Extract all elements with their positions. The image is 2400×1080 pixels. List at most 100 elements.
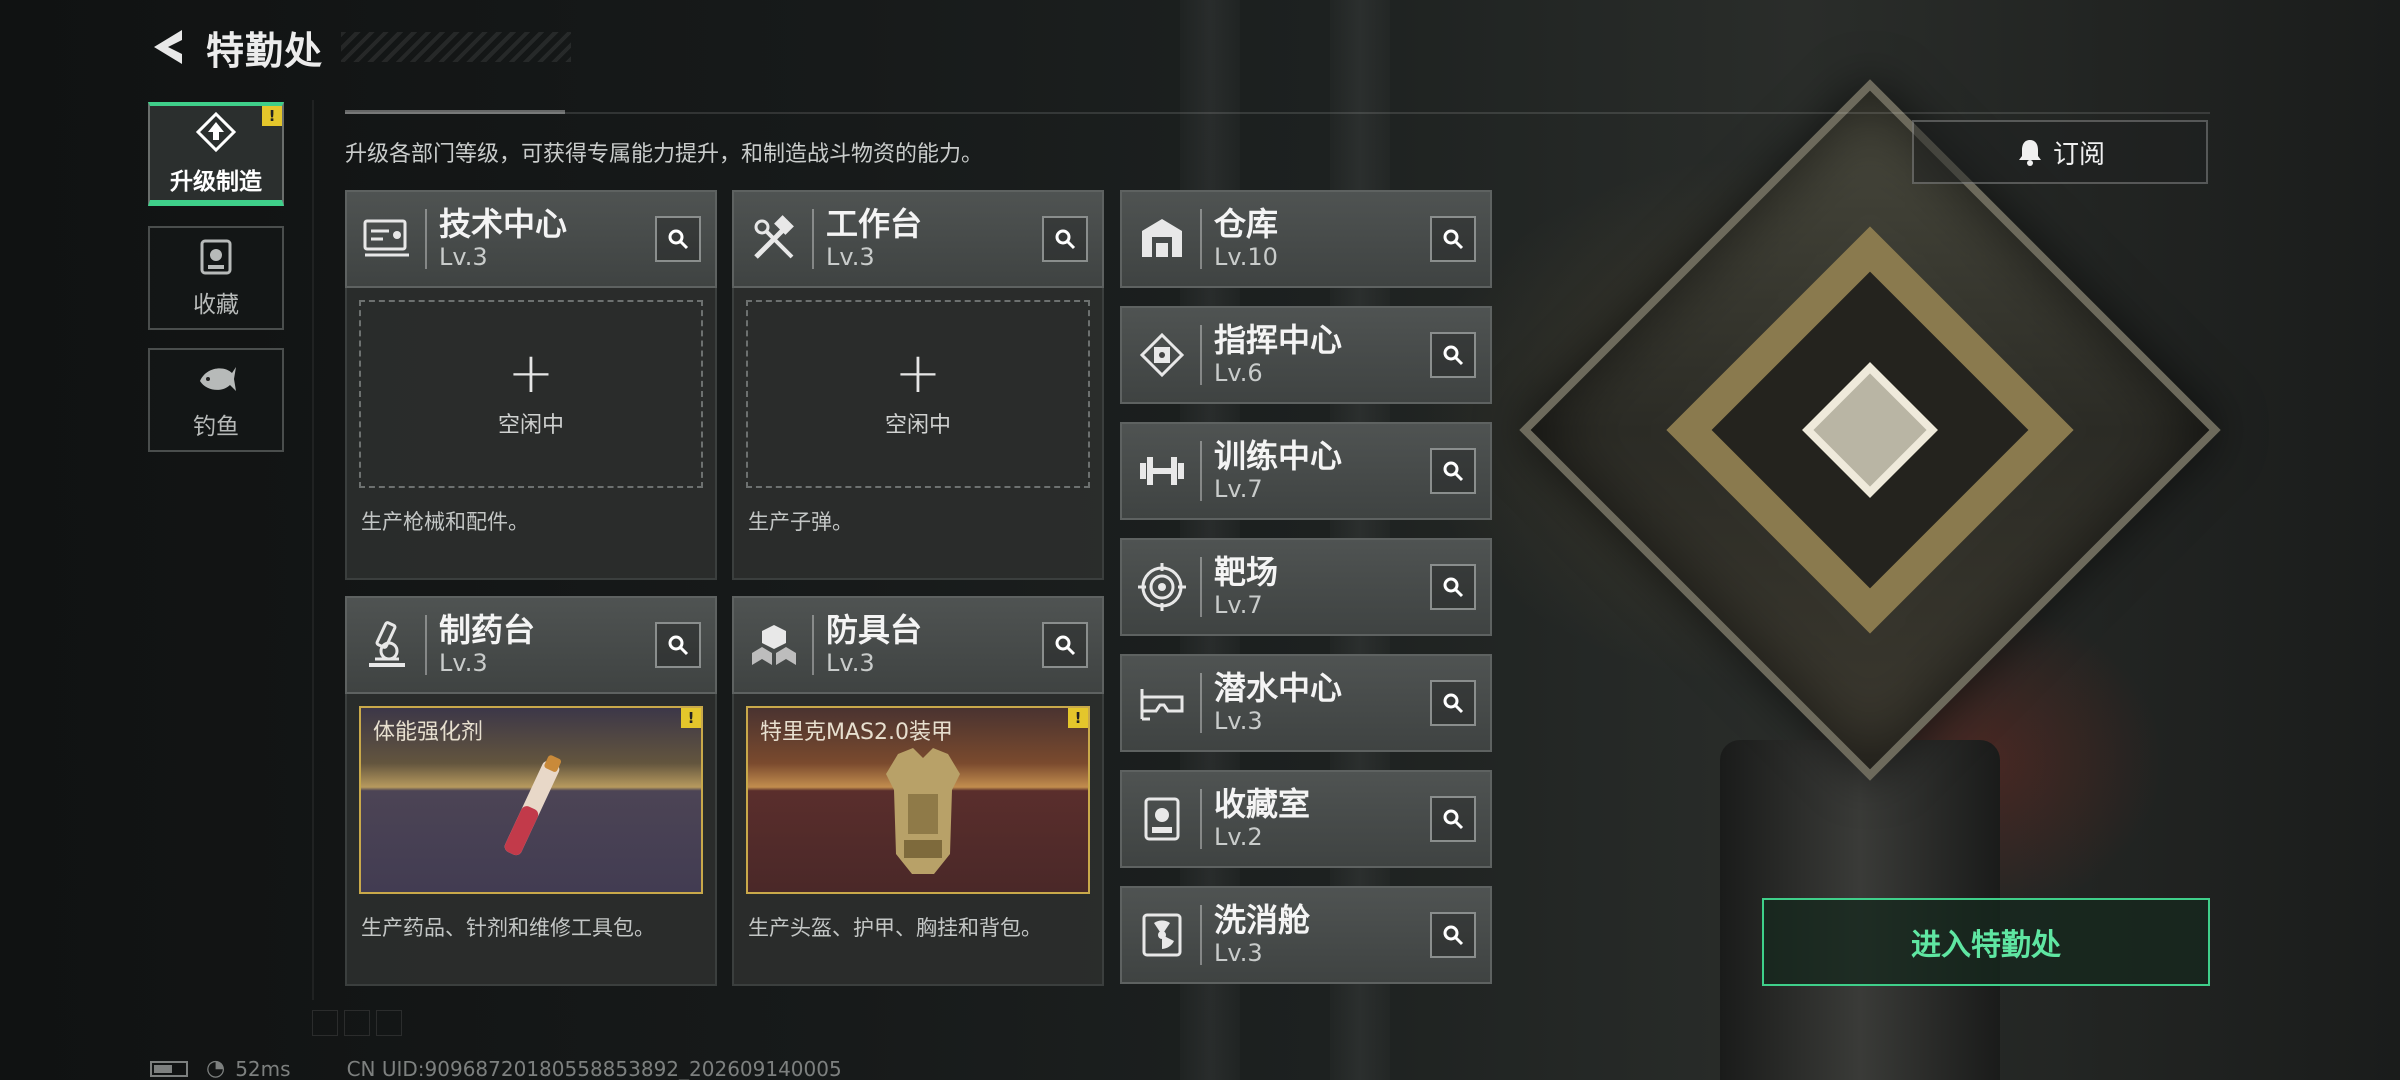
facility-level: Lv.7 (1214, 591, 1263, 619)
facility-level: Lv.10 (1214, 243, 1278, 271)
production-slot-item[interactable]: 特里克MAS2.0装甲 ! (746, 706, 1090, 894)
tab-upgrade-manufacture[interactable]: ! 升级制造 (148, 102, 284, 206)
header-separator (812, 209, 814, 269)
subscribe-label: 订阅 (2052, 139, 2105, 170)
production-slot-empty[interactable]: + 空闲中 (359, 300, 703, 488)
search-icon (1443, 925, 1464, 946)
enter-special-ops-button[interactable]: 进入特勤处 (1762, 898, 2210, 986)
deco-square (312, 1010, 338, 1036)
workshop-name: 制药台 (439, 611, 536, 649)
facility-level: Lv.3 (1214, 939, 1263, 967)
search-button[interactable] (1430, 912, 1476, 958)
facility-decontamination[interactable]: 洗消舱 Lv.3 (1120, 886, 1492, 984)
tab-fishing[interactable]: 钓鱼 (148, 348, 284, 452)
search-button[interactable] (1430, 796, 1476, 842)
header-separator (1200, 557, 1202, 617)
battery-icon (150, 1060, 188, 1077)
facility-name: 指挥中心 (1214, 321, 1343, 359)
search-button[interactable] (655, 216, 701, 262)
workshop-level: Lv.3 (826, 243, 875, 271)
syringe-item-image (504, 755, 562, 856)
search-icon (1443, 693, 1464, 714)
search-button[interactable] (1042, 622, 1088, 668)
tabs-divider (312, 100, 314, 1000)
wifi-icon: ◔ (206, 1056, 226, 1080)
search-icon (1055, 635, 1076, 656)
header-separator (1200, 789, 1202, 849)
page-description: 升级各部门等级，可获得专属能力提升，和制造战斗物资的能力。 (345, 142, 984, 167)
subscribe-button[interactable]: 订阅 (1912, 120, 2208, 184)
tab-label: 钓鱼 (193, 414, 239, 440)
facility-name: 训练中心 (1214, 437, 1343, 475)
facility-shooting-range[interactable]: 靶场 Lv.7 (1120, 538, 1492, 636)
workshop-name: 工作台 (826, 205, 923, 243)
slot-status: 空闲中 (497, 413, 564, 438)
status-bar: ◔ 52ms CN UID:90968720180558853892_20260… (150, 1056, 842, 1080)
facility-level: Lv.2 (1214, 823, 1263, 851)
search-icon (668, 635, 689, 656)
workbench-icon (742, 207, 806, 271)
armor-vest-item-image (886, 748, 960, 874)
workshop-description: 生产药品、针剂和维修工具包。 (361, 916, 655, 940)
slot-status: 空闲中 (884, 413, 951, 438)
back-arrow-icon (154, 30, 182, 64)
header-separator (425, 615, 427, 675)
facility-name: 靶场 (1214, 553, 1279, 591)
workshop-name: 技术中心 (439, 205, 568, 243)
search-icon (1055, 229, 1076, 250)
workshop-body-armor-bench: 特里克MAS2.0装甲 ! 生产头盔、护甲、胸挂和背包。 (732, 694, 1104, 986)
warehouse-icon (1130, 207, 1194, 271)
header-separator (1200, 905, 1202, 965)
facility-name: 收藏室 (1214, 785, 1311, 823)
search-button[interactable] (1430, 216, 1476, 262)
facility-collection-room[interactable]: 收藏室 Lv.2 (1120, 770, 1492, 868)
search-button[interactable] (1430, 564, 1476, 610)
facility-name: 仓库 (1214, 205, 1279, 243)
search-button[interactable] (1042, 216, 1088, 262)
workshop-header-pharmacy[interactable]: 制药台 Lv.3 (345, 596, 717, 694)
top-divider (345, 112, 2210, 114)
production-slot-empty[interactable]: + 空闲中 (746, 300, 1090, 488)
workshop-body-tech-center: + 空闲中 生产枪械和配件。 (345, 288, 717, 580)
collection-room-icon (1130, 787, 1194, 851)
cube-artwork (1519, 79, 2221, 781)
search-icon (1443, 577, 1464, 598)
enter-button-label: 进入特勤处 (1911, 928, 2061, 963)
facility-training-center[interactable]: 训练中心 Lv.7 (1120, 422, 1492, 520)
header-separator (1200, 209, 1202, 269)
search-icon (1443, 461, 1464, 482)
facility-command-center[interactable]: 指挥中心 Lv.6 (1120, 306, 1492, 404)
tab-label: 收藏 (193, 292, 239, 318)
search-icon (1443, 345, 1464, 366)
search-button[interactable] (1430, 680, 1476, 726)
header-separator (425, 209, 427, 269)
workshop-header-armor-bench[interactable]: 防具台 Lv.3 (732, 596, 1104, 694)
search-icon (1443, 229, 1464, 250)
workshop-header-tech-center[interactable]: 技术中心 Lv.3 (345, 190, 717, 288)
armor-bench-icon (742, 613, 806, 677)
warning-badge: ! (1068, 708, 1088, 728)
production-slot-item[interactable]: 体能强化剂 ! (359, 706, 703, 894)
deco-square (344, 1010, 370, 1036)
workshop-description: 生产枪械和配件。 (361, 510, 529, 534)
search-icon (668, 229, 689, 250)
tab-collection[interactable]: 收藏 (148, 226, 284, 330)
tech-center-icon (355, 207, 419, 271)
facility-diving-center[interactable]: 潜水中心 Lv.3 (1120, 654, 1492, 752)
workshop-header-workbench[interactable]: 工作台 Lv.3 (732, 190, 1104, 288)
search-button[interactable] (1430, 332, 1476, 378)
bottom-decoration (312, 1010, 402, 1036)
workshop-level: Lv.3 (826, 649, 875, 677)
header-decoration (341, 32, 572, 62)
command-center-icon (1130, 323, 1194, 387)
add-icon: + (507, 341, 555, 406)
diving-mask-icon (1130, 671, 1194, 735)
facility-level: Lv.6 (1214, 359, 1263, 387)
back-button[interactable] (148, 27, 188, 67)
workshop-level: Lv.3 (439, 649, 488, 677)
search-button[interactable] (655, 622, 701, 668)
workshop-description: 生产子弹。 (748, 510, 853, 534)
dumbbell-icon (1130, 439, 1194, 503)
search-button[interactable] (1430, 448, 1476, 494)
facility-warehouse[interactable]: 仓库 Lv.10 (1120, 190, 1492, 288)
